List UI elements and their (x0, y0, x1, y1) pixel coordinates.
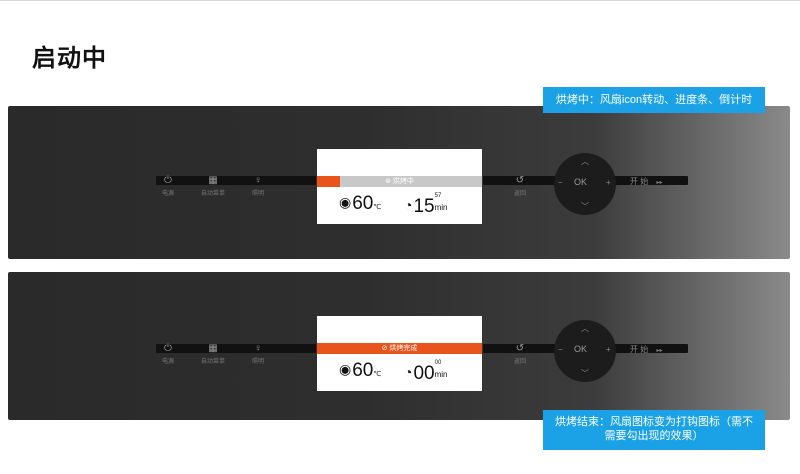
fan-icon: ◉ (339, 361, 352, 377)
display-screen-baking: ⊛ 烘烤中 ◉60℃ ◔15 57 min (317, 149, 482, 224)
start-button[interactable]: 开 始 ▸▸ (630, 176, 663, 187)
back-button[interactable]: ↺ 返回 (505, 343, 535, 366)
start-arrows: ▸▸ (656, 180, 663, 186)
timer-icon: ◔ (404, 364, 413, 380)
power-icon: ⏻ (164, 175, 172, 186)
start-button[interactable]: 开 始 ▸▸ (630, 344, 663, 355)
minus-button[interactable]: − (558, 178, 563, 187)
back-button[interactable]: ↺ 返回 (505, 175, 535, 198)
ok-button[interactable]: OK (574, 177, 587, 187)
status-label: ⊘ 烘烤完成 (381, 345, 418, 352)
light-button[interactable]: ♀ 照明 (243, 175, 273, 198)
menu-icon: ▦ (208, 175, 218, 186)
back-arrow-icon: ↺ (515, 175, 525, 186)
top-divider (0, 0, 800, 1)
annotation-finished: 烘烤结束：风扇图标变为打钩图标（需不需要勾出现的效果） (543, 410, 765, 450)
progress-bar: ⊛ 烘烤中 (317, 176, 482, 187)
start-label: 开 始 (630, 345, 649, 354)
auto-menu-label: 自动菜单 (200, 359, 225, 365)
down-button[interactable]: ﹀ (581, 368, 589, 379)
minus-button[interactable]: − (558, 345, 563, 354)
light-icon: ♀ (254, 343, 262, 354)
back-arrow-icon: ↺ (515, 343, 525, 354)
start-arrows: ▸▸ (656, 348, 663, 354)
timer-readout: ◔00 00 min (404, 360, 448, 384)
back-label: 返回 (513, 359, 526, 365)
status-label: ⊛ 烘烤中 (385, 178, 414, 185)
light-label: 照明 (251, 191, 264, 197)
start-label: 开 始 (630, 177, 649, 186)
plus-button[interactable]: + (606, 345, 611, 354)
ok-button[interactable]: OK (574, 344, 587, 354)
check-icon: ⊘ (381, 345, 388, 352)
navigation-dial[interactable]: ︿ ﹀ − + OK (554, 153, 616, 215)
light-label: 照明 (251, 359, 264, 365)
down-button[interactable]: ﹀ (581, 201, 589, 212)
power-button[interactable]: ⏻ 电源 (153, 343, 183, 366)
plus-button[interactable]: + (606, 178, 611, 187)
power-label: 电源 (161, 191, 174, 197)
readout: ◉60℃ ◔00 00 min (317, 360, 482, 384)
up-button[interactable]: ︿ (581, 156, 589, 167)
page-title: 启动中 (32, 45, 107, 72)
fan-icon: ◉ (339, 194, 352, 210)
power-button[interactable]: ⏻ 电源 (153, 175, 183, 198)
progress-bar: ⊘ 烘烤完成 (317, 343, 482, 354)
timer-readout: ◔15 57 min (404, 193, 448, 217)
power-icon: ⏻ (164, 343, 172, 354)
navigation-dial[interactable]: ︿ ﹀ − + OK (554, 320, 616, 382)
oven-panel-baking: ⏻ 电源 ▦ 自动菜单 ♀ 照明 ↺ 返回 ⊛ 烘烤中 ◉60℃ ◔15 57 mi… (8, 106, 790, 259)
back-label: 返回 (513, 191, 526, 197)
up-button[interactable]: ︿ (581, 323, 589, 334)
temperature-readout: ◉60℃ (339, 360, 382, 381)
auto-menu-button[interactable]: ▦ 自动菜单 (198, 175, 228, 198)
timer-icon: ◔ (404, 197, 413, 213)
power-label: 电源 (161, 359, 174, 365)
menu-icon: ▦ (208, 343, 218, 354)
oven-panel-finished: ⏻ 电源 ▦ 自动菜单 ♀ 照明 ↺ 返回 ⊘ 烘烤完成 ◉60℃ ◔00 00 m… (8, 272, 790, 420)
fan-icon: ⊛ (385, 178, 391, 185)
auto-menu-button[interactable]: ▦ 自动菜单 (198, 343, 228, 366)
light-button[interactable]: ♀ 照明 (243, 343, 273, 366)
annotation-baking: 烘烤中：风扇icon转动、进度条、倒计时 (543, 87, 765, 113)
display-screen-finished: ⊘ 烘烤完成 ◉60℃ ◔00 00 min (317, 316, 482, 391)
temperature-readout: ◉60℃ (339, 193, 382, 214)
auto-menu-label: 自动菜单 (200, 191, 225, 197)
readout: ◉60℃ ◔15 57 min (317, 193, 482, 217)
light-icon: ♀ (254, 175, 262, 186)
